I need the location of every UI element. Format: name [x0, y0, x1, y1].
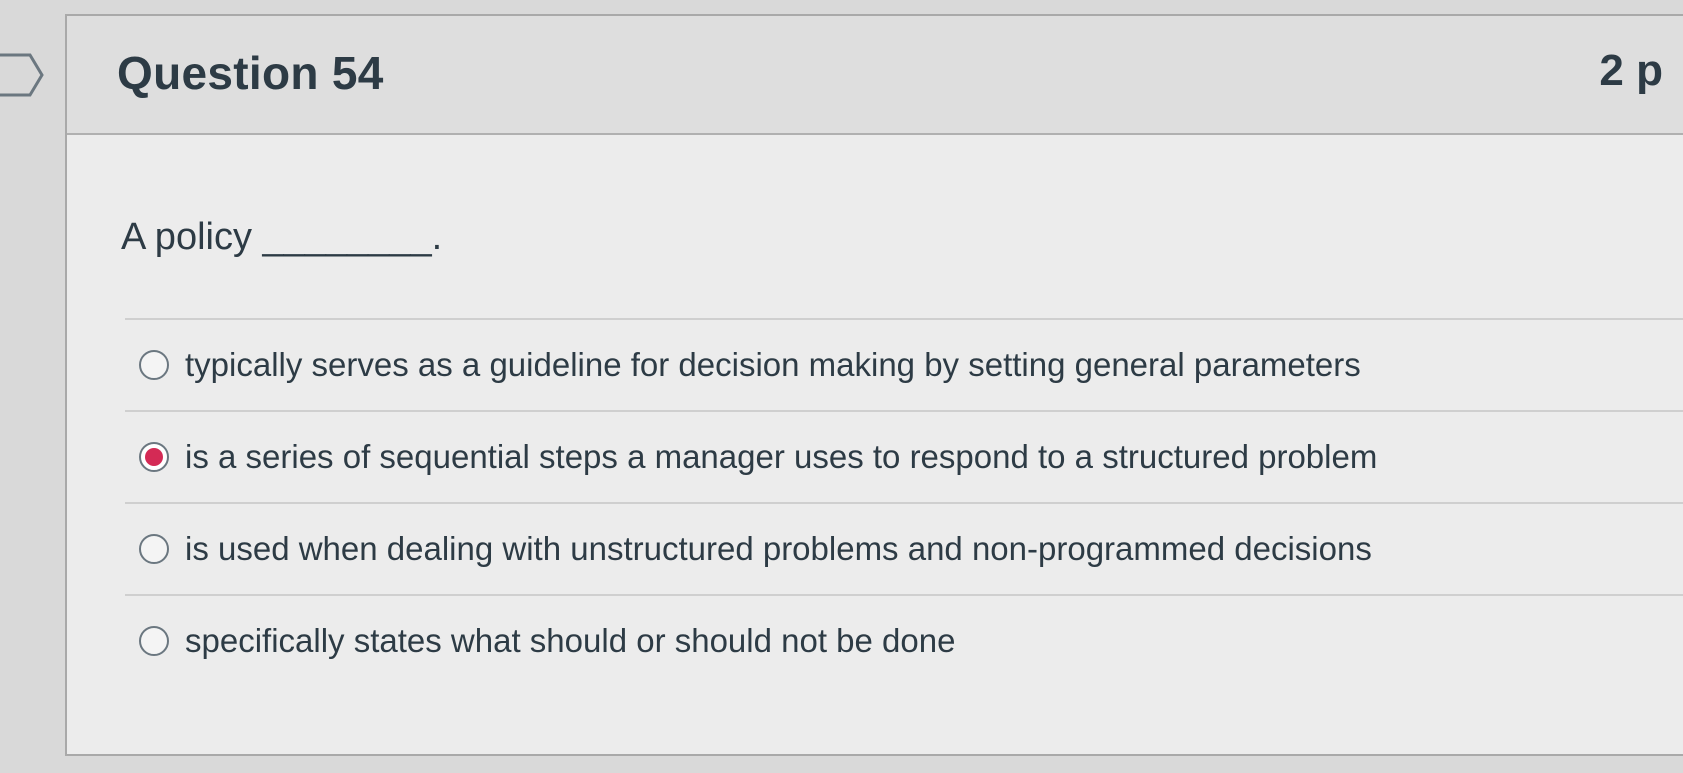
answer-label[interactable]: typically serves as a guideline for deci… — [185, 346, 1361, 384]
answer-label[interactable]: is a series of sequential steps a manage… — [185, 438, 1377, 476]
radio-button[interactable] — [139, 626, 169, 656]
answer-option-1[interactable]: typically serves as a guideline for deci… — [125, 318, 1683, 410]
radio-button[interactable] — [139, 534, 169, 564]
answer-label[interactable]: specifically states what should or shoul… — [185, 622, 955, 660]
question-points: 2 p — [1599, 46, 1663, 95]
answer-option-3[interactable]: is used when dealing with unstructured p… — [125, 502, 1683, 594]
answer-option-4[interactable]: specifically states what should or shoul… — [125, 594, 1683, 686]
question-text: A policy ________. — [121, 216, 443, 258]
radio-button[interactable] — [139, 350, 169, 380]
question-header: Question 54 2 p — [67, 16, 1683, 135]
answer-label[interactable]: is used when dealing with unstructured p… — [185, 530, 1372, 568]
question-title: Question 54 — [117, 47, 384, 99]
answer-list: typically serves as a guideline for deci… — [125, 318, 1683, 686]
question-flag-icon[interactable] — [0, 52, 44, 98]
answer-option-2[interactable]: is a series of sequential steps a manage… — [125, 410, 1683, 502]
radio-button-selected[interactable] — [139, 442, 169, 472]
question-card: Question 54 2 p A policy ________. typic… — [65, 14, 1683, 756]
